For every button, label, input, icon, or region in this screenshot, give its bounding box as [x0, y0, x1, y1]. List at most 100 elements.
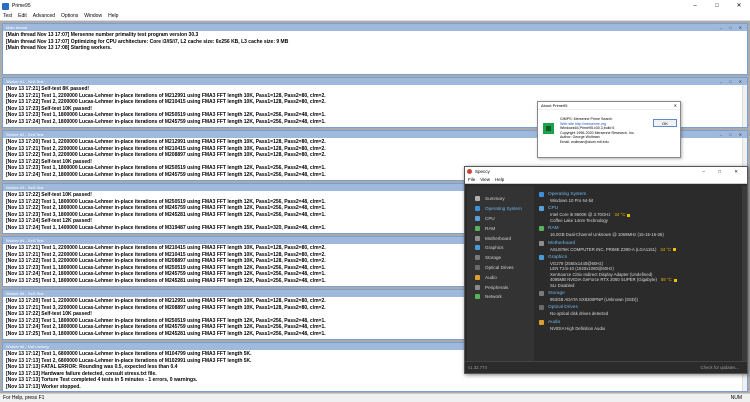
speccy-summary-panel: Operating System Windows 10 Pro 64-bit C…	[536, 186, 742, 363]
section-heading[interactable]: Motherboard	[548, 241, 575, 246]
log-line: [Main thread Nov 13 17:08] Starting work…	[6, 45, 112, 52]
temperature-icon	[627, 213, 631, 217]
ram-icon	[475, 225, 480, 231]
menu-options[interactable]: Options	[61, 13, 78, 19]
about-close-icon[interactable]: ✕	[674, 102, 677, 110]
nav-label: Peripherals	[485, 284, 509, 290]
section-heading[interactable]: Operating System	[548, 192, 586, 197]
spec-line: ASUSTeK COMPUTER INC. PRIME Z390-A (LGA1…	[550, 246, 657, 252]
spec-line: NVIDIA High Definition Audio	[550, 325, 606, 331]
nav-motherboard[interactable]: Motherboard	[467, 233, 534, 243]
close-button[interactable]: ✕	[728, 0, 750, 12]
motherboard-temperature: 34 °C	[660, 246, 672, 252]
windows-icon	[475, 206, 480, 212]
section-heading[interactable]: Optical Drives	[548, 305, 578, 310]
speccy-window-controls[interactable]: – □ ✕	[703, 167, 745, 176]
maximize-button[interactable]: □	[706, 0, 728, 12]
menu-edit[interactable]: Edit	[18, 13, 27, 19]
spec-line: 16.0GB Dual-Channel Unknown @ 1069MHz (1…	[550, 232, 664, 238]
speccy-window[interactable]: Speccy – □ ✕ File View Help Summary Oper…	[464, 166, 748, 374]
speccy-menu-view[interactable]: View	[480, 176, 490, 183]
menu-window[interactable]: Window	[84, 13, 102, 19]
section-ram: RAM 16.0GB Dual-Channel Unknown @ 1069MH…	[539, 225, 740, 237]
windows-icon	[539, 192, 544, 197]
nav-operating-system[interactable]: Operating System	[467, 204, 534, 214]
log-line: [Main thread Nov 13 17:07] Optimizing fo…	[6, 38, 289, 45]
scrollbar[interactable]	[742, 85, 747, 127]
spec-line: Windows 10 Pro 64-bit	[550, 198, 594, 203]
child-window-controls[interactable]: – □ ✕	[720, 24, 745, 31]
spec-line: Intel Core i5 9600K @ 3.70GHz	[550, 212, 611, 218]
menu-bar: Test Edit Advanced Options Window Help	[0, 12, 750, 21]
temperature-icon	[673, 247, 677, 251]
speccy-status-bar: v1.32.774 Check for updates...	[465, 361, 747, 373]
nav-ram[interactable]: RAM	[467, 223, 534, 233]
nav-label: Storage	[485, 255, 502, 261]
about-dialog[interactable]: About Prime95 ✕ GIMPS: Mersenne Prime Se…	[537, 101, 681, 158]
speccy-title: Speccy	[475, 169, 490, 174]
nav-graphics[interactable]: Graphics	[467, 243, 534, 253]
about-title-bar[interactable]: About Prime95 ✕	[538, 102, 680, 110]
speccy-menu-help[interactable]: Help	[495, 176, 504, 183]
spec-line: No optical disk drives detected	[550, 311, 609, 317]
gpu-temperature: 59 °C	[660, 277, 672, 283]
motherboard-icon	[475, 235, 480, 241]
section-heading[interactable]: RAM	[548, 226, 559, 231]
child-title-text: Worker #6 - Not running	[6, 344, 49, 349]
ok-button[interactable]: OK	[653, 119, 677, 127]
prime95-app-icon	[2, 2, 9, 10]
disc-icon	[475, 264, 480, 270]
minimize-button[interactable]: –	[684, 0, 706, 12]
ram-icon	[539, 226, 544, 232]
nav-cpu[interactable]: CPU	[467, 214, 534, 224]
gimps-logo-icon	[543, 123, 554, 134]
speccy-sidebar: Summary Operating System CPU RAM Motherb…	[467, 186, 534, 363]
status-bar: For Help, press F1 NUM	[0, 393, 750, 402]
menu-advanced[interactable]: Advanced	[33, 13, 55, 19]
nav-audio[interactable]: Audio	[467, 272, 534, 282]
nav-optical-drives[interactable]: Optical Drives	[467, 263, 534, 273]
spec-line: 953GB ADATA SX8200PNP (Unknown (SSD))	[550, 297, 638, 303]
speccy-scrollbar[interactable]	[742, 186, 747, 363]
section-cpu: CPU Intel Core i5 9600K @ 3.70GHz 34 °C C…	[539, 205, 740, 223]
menu-test[interactable]: Test	[3, 13, 12, 19]
menu-help[interactable]: Help	[108, 13, 118, 19]
speccy-menu-file[interactable]: File	[468, 176, 475, 183]
cpu-icon	[475, 215, 480, 221]
nav-storage[interactable]: Storage	[467, 253, 534, 263]
child-window-controls[interactable]: – □ ✕	[720, 131, 745, 138]
log-line: [Nov 13 17:13] Worker stopped.	[6, 383, 81, 390]
disc-icon	[539, 305, 544, 311]
summary-icon	[475, 196, 480, 202]
speccy-title-bar[interactable]: Speccy – □ ✕	[465, 167, 747, 176]
child-title[interactable]: Main thread – □ ✕	[3, 24, 747, 31]
section-heading[interactable]: Storage	[548, 291, 565, 296]
network-icon	[475, 294, 480, 300]
child-title[interactable]: Worker #1 - Self-Test – □ ✕	[3, 78, 747, 85]
log-body: [Main thread Nov 13 17:07] Mersenne numb…	[3, 31, 747, 53]
speaker-icon	[475, 274, 480, 280]
nav-summary[interactable]: Summary	[467, 194, 534, 204]
section-heading[interactable]: Audio	[548, 320, 560, 325]
child-window-controls[interactable]: – □ ✕	[720, 78, 745, 85]
section-heading[interactable]: CPU	[548, 206, 558, 211]
nav-peripherals[interactable]: Peripherals	[467, 282, 534, 292]
nav-label: Operating System	[485, 206, 522, 212]
log-line: [Nov 13 17:21] Self-test 8K passed!	[6, 86, 90, 92]
main-thread-window[interactable]: Main thread – □ ✕ [Main thread Nov 13 17:…	[2, 23, 748, 75]
hard-drive-icon	[475, 255, 480, 261]
section-heading[interactable]: Graphics	[548, 255, 567, 260]
check-for-updates-link[interactable]: Check for updates...	[701, 362, 739, 374]
speccy-app-icon	[467, 169, 472, 174]
nav-label: CPU	[485, 215, 495, 221]
about-title: About Prime95	[541, 103, 568, 108]
log-line: [Nov 13 17:22] Self-test 10K passed!	[6, 158, 92, 165]
spec-line: 4095MB NVIDIA GeForce RTX 2060 SUPER (Gi…	[550, 277, 657, 283]
nav-network[interactable]: Network	[467, 292, 534, 302]
mouse-icon	[475, 284, 480, 290]
log-line: [Nov 13 17:21] Test 1, 2200000 Lucas-Leh…	[6, 92, 326, 99]
speaker-icon	[539, 319, 544, 325]
nav-label: Network	[485, 294, 502, 300]
section-operating-system: Operating System Windows 10 Pro 64-bit	[539, 191, 740, 203]
temperature-icon	[673, 278, 677, 282]
